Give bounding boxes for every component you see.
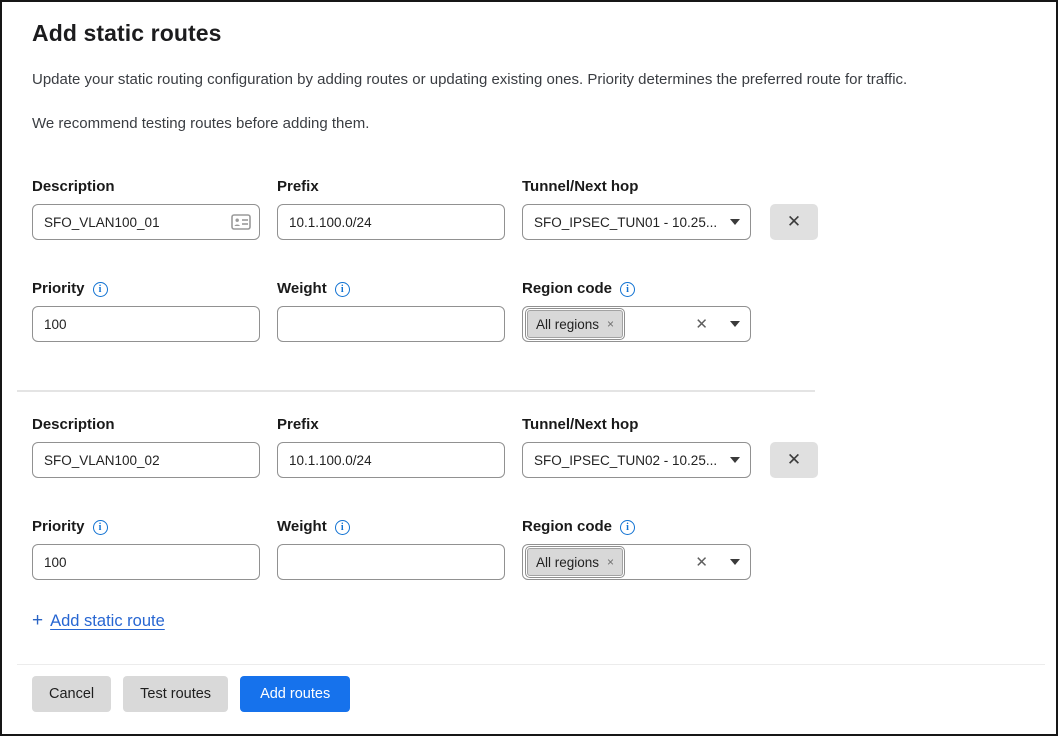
region-multiselect[interactable]: All regions × ✕ (522, 306, 751, 342)
weight-label: Weight (277, 518, 327, 536)
dialog-recommendation: We recommend testing routes before addin… (32, 114, 1026, 134)
info-icon[interactable]: i (620, 282, 635, 297)
delete-route-button[interactable]: ✕ (770, 204, 818, 240)
contact-card-icon (231, 214, 251, 230)
priority-label: Priority (32, 518, 85, 536)
info-icon[interactable]: i (93, 520, 108, 535)
region-multiselect[interactable]: All regions × ✕ (522, 544, 751, 580)
prefix-label: Prefix (277, 178, 319, 196)
chevron-down-icon (730, 321, 740, 327)
description-input[interactable] (32, 442, 260, 478)
delete-route-button[interactable]: ✕ (770, 442, 818, 478)
priority-input[interactable] (32, 306, 260, 342)
tunnel-label: Tunnel/Next hop (522, 178, 638, 196)
info-icon[interactable]: i (335, 520, 350, 535)
info-icon[interactable]: i (335, 282, 350, 297)
route-row: Description Prefix Tunnel/Next hop SFO_I… (32, 416, 1026, 580)
description-label: Description (32, 178, 115, 196)
chevron-down-icon (730, 559, 740, 565)
add-static-routes-dialog: Add static routes Update your static rou… (2, 2, 1056, 712)
clear-icon[interactable]: ✕ (695, 553, 708, 571)
page-title: Add static routes (32, 18, 1026, 48)
add-static-route-link[interactable]: + Add static route (32, 610, 165, 632)
add-static-route-label: Add static route (50, 612, 165, 631)
tunnel-select[interactable]: SFO_IPSEC_TUN02 - 10.25... (522, 442, 751, 478)
weight-input[interactable] (277, 544, 505, 580)
region-chip[interactable]: All regions × (527, 548, 623, 576)
region-label: Region code (522, 280, 612, 298)
clear-icon[interactable]: ✕ (695, 315, 708, 333)
info-icon[interactable]: i (93, 282, 108, 297)
region-label: Region code (522, 518, 612, 536)
footer-actions: Cancel Test routes Add routes (32, 676, 1026, 712)
chip-remove-icon[interactable]: × (607, 317, 614, 331)
prefix-label: Prefix (277, 416, 319, 434)
plus-icon: + (32, 610, 43, 632)
cancel-button[interactable]: Cancel (32, 676, 111, 712)
region-chip[interactable]: All regions × (527, 310, 623, 338)
prefix-input[interactable] (277, 442, 505, 478)
add-routes-button[interactable]: Add routes (240, 676, 350, 712)
test-routes-button[interactable]: Test routes (123, 676, 228, 712)
weight-input[interactable] (277, 306, 505, 342)
chevron-down-icon (730, 219, 740, 225)
footer-divider (17, 664, 1045, 665)
tunnel-selected-value: SFO_IPSEC_TUN02 - 10.25... (534, 453, 722, 468)
region-chip-label: All regions (536, 555, 599, 570)
info-icon[interactable]: i (620, 520, 635, 535)
priority-input[interactable] (32, 544, 260, 580)
chip-remove-icon[interactable]: × (607, 555, 614, 569)
tunnel-select[interactable]: SFO_IPSEC_TUN01 - 10.25... (522, 204, 751, 240)
description-label: Description (32, 416, 115, 434)
weight-label: Weight (277, 280, 327, 298)
priority-label: Priority (32, 280, 85, 298)
tunnel-selected-value: SFO_IPSEC_TUN01 - 10.25... (534, 215, 722, 230)
prefix-input[interactable] (277, 204, 505, 240)
section-divider (17, 390, 815, 392)
route-row: Description Prefix Tunnel/Next hop (32, 178, 1026, 342)
tunnel-label: Tunnel/Next hop (522, 416, 638, 434)
region-chip-label: All regions (536, 317, 599, 332)
chevron-down-icon (730, 457, 740, 463)
dialog-description: Update your static routing configuration… (32, 70, 1026, 90)
description-input[interactable] (32, 204, 260, 240)
